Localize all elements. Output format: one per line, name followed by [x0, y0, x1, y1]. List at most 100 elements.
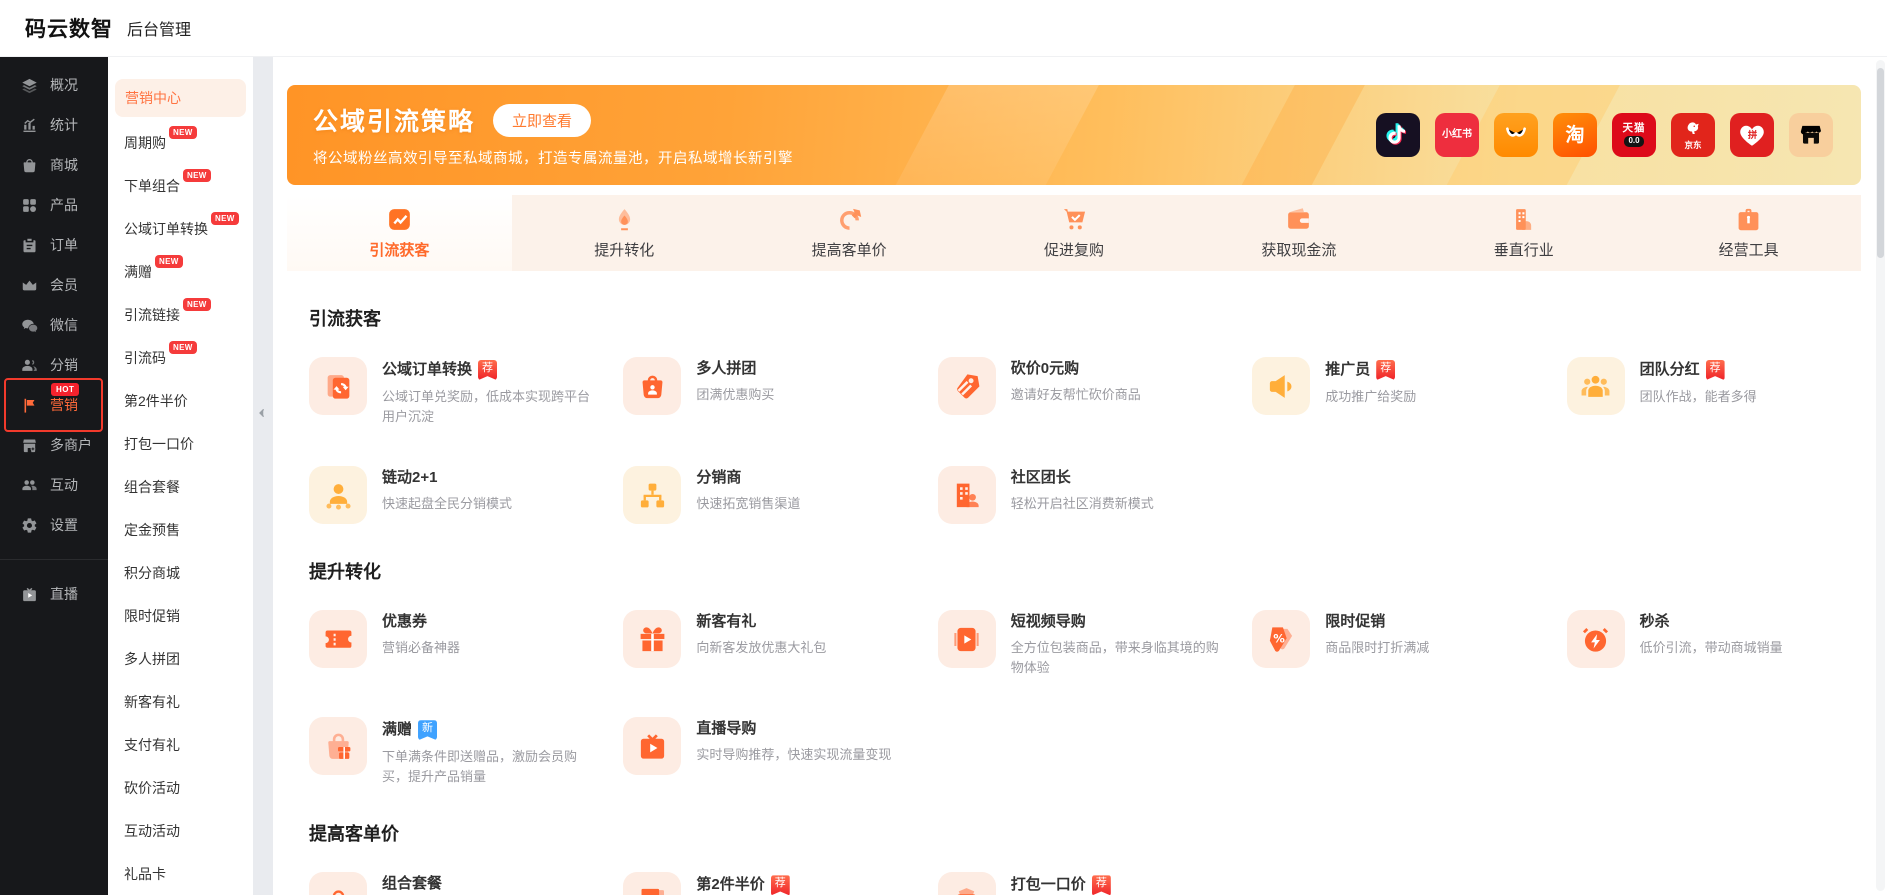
card-title: 打包一口价 [1011, 876, 1086, 894]
tab-wallet[interactable]: 获取现金流 [1186, 195, 1411, 271]
tab-funnel[interactable]: 提升转化 [512, 195, 737, 271]
feature-card-org-chart[interactable]: 分销商 快速拓宽销售渠道 [623, 466, 917, 524]
sidebar-item-label: 分销 [50, 355, 78, 375]
submenu-item-0[interactable]: 营销中心 [115, 79, 246, 117]
view-now-button[interactable]: 立即查看 [493, 104, 591, 137]
tab-briefcase[interactable]: 经营工具 [1636, 195, 1861, 271]
feature-card-package-n[interactable]: N 打包一口价荐 一口价随心选，有效提升客单价 [938, 872, 1232, 895]
app-icon-taobao[interactable]: 淘 [1553, 113, 1597, 157]
window-scrollbar[interactable] [1876, 60, 1885, 891]
tab-chart-up[interactable]: 引流获客 [287, 195, 512, 271]
feature-card-percent-tag[interactable]: % 限时促销 商品限时打折满减 [1252, 610, 1546, 677]
feature-tile [938, 466, 996, 524]
submenu-item-label: 积分商城 [124, 563, 180, 583]
submenu-item-13[interactable]: 多人拼团 [108, 637, 253, 680]
app-icon-jd[interactable]: 京东 [1671, 113, 1715, 157]
sidebar-item-distribution[interactable]: 分销 [0, 345, 108, 385]
feature-card-megaphone[interactable]: 推广员荐 成功推广给奖励 [1252, 357, 1546, 426]
sidebar-item-order[interactable]: 订单 [0, 225, 108, 265]
feature-card-coupon[interactable]: 优惠券 营销必备神器 [309, 610, 603, 677]
sidebar-item-wechat[interactable]: 微信 [0, 305, 108, 345]
feature-card-gift[interactable]: 新客有礼 向新客发放优惠大礼包 [623, 610, 917, 677]
tab-building[interactable]: 垂直行业 [1411, 195, 1636, 271]
submenu-item-1[interactable]: 周期购 NEW [108, 121, 253, 164]
feature-card-live-tv[interactable]: 直播导购 实时导购推荐，快速实现流量变现 [623, 717, 917, 786]
live-tv-icon [637, 731, 668, 762]
card-grid: 公域订单转换荐 公域订单兑奖励，低成本实现跨平台用户沉淀 多人拼团 团满优惠购买… [309, 357, 1861, 524]
submenu-item-17[interactable]: 互动活动 [108, 809, 253, 852]
community-icon [951, 480, 982, 511]
feature-tile [938, 610, 996, 668]
new-badge: NEW [183, 298, 211, 311]
submenu-item-label: 组合套餐 [124, 477, 180, 497]
submenu-item-14[interactable]: 新客有礼 [108, 680, 253, 723]
gift-icon [637, 624, 668, 655]
feature-card-bag-gift[interactable]: 满赠新 下单满条件即送赠品，激励会员购买，提升产品销量 [309, 717, 603, 786]
feature-card-flash-clock[interactable]: 秒杀 低价引流，带动商城销量 [1567, 610, 1861, 677]
collapse-sidebar-button[interactable] [254, 395, 270, 431]
sidebar-item-label: 商城 [50, 155, 78, 175]
crown-icon [21, 277, 38, 294]
submenu-item-11[interactable]: 积分商城 [108, 551, 253, 594]
tab-price-up[interactable]: 提高客单价 [737, 195, 962, 271]
submenu-item-12[interactable]: 限时促销 [108, 594, 253, 637]
submenu-item-label: 营销中心 [125, 88, 181, 108]
feature-tile [309, 357, 367, 415]
sidebar-item-multi-store[interactable]: 多商户 [0, 425, 108, 465]
tab-label: 引流获客 [369, 239, 429, 260]
feature-card-group-bag[interactable]: 多人拼团 团满优惠购买 [623, 357, 917, 426]
sidebar-item-settings[interactable]: 设置 [0, 505, 108, 545]
sidebar-item-stats[interactable]: 统计 [0, 105, 108, 145]
app-icon-tmall[interactable]: 天猫0.0 [1612, 113, 1656, 157]
submenu-item-3[interactable]: 公域订单转换 NEW [108, 207, 253, 250]
card-description: 团队作战，能者多得 [1640, 387, 1757, 407]
submenu-item-7[interactable]: 第2件半价 [108, 379, 253, 422]
package-n-icon: N [951, 886, 982, 895]
feature-card-clipboard-sync[interactable]: 公域订单转换荐 公域订单兑奖励，低成本实现跨平台用户沉淀 [309, 357, 603, 426]
feature-card-percent-receipt[interactable]: % 第2件半价荐 再买1件立享优惠，刺激客户下单，提升商品销量 [623, 872, 917, 895]
feature-card-community[interactable]: 社区团长 轻松开启社区消费新模式 [938, 466, 1232, 524]
sidebar-item-live[interactable]: 直播 [0, 574, 108, 614]
submenu-item-label: 互动活动 [124, 821, 180, 841]
app-header: 码云数智 后台管理 [0, 0, 1887, 57]
sidebar-item-overview[interactable]: 概况 [0, 65, 108, 105]
app-icon-pinduoduo[interactable]: 拼 [1730, 113, 1774, 157]
feature-card-team[interactable]: 团队分红荐 团队作战，能者多得 [1567, 357, 1861, 426]
sidebar-item-mall[interactable]: 商城 [0, 145, 108, 185]
app-icon-xiaohongshu[interactable]: 小红书 [1435, 113, 1479, 157]
video-icon [951, 624, 982, 655]
sidebar-item-product[interactable]: 产品 [0, 185, 108, 225]
submenu-item-16[interactable]: 砍价活动 [108, 766, 253, 809]
sidebar-item-member[interactable]: 会员 [0, 265, 108, 305]
recommend-badge: 荐 [771, 875, 790, 895]
submenu-item-10[interactable]: 定金预售 [108, 508, 253, 551]
card-description: 公域订单兑奖励，低成本实现跨平台用户沉淀 [382, 387, 590, 426]
feature-card-person-link[interactable]: 链动2+1 快速起盘全民分销模式 [309, 466, 603, 524]
submenu-item-label: 公域订单转换 [124, 219, 208, 239]
feature-card-video[interactable]: 短视频导购 全方位包装商品，带来身临其境的购物体验 [938, 610, 1232, 677]
recommend-badge: 荐 [478, 360, 497, 380]
feature-card-price-tags[interactable]: 砍价0元购 邀请好友帮忙砍价商品 [938, 357, 1232, 426]
app-icon-weidian[interactable] [1494, 113, 1538, 157]
sidebar-item-label: 统计 [50, 115, 78, 135]
sidebar-item-marketing[interactable]: 营销 HOT [0, 385, 108, 425]
submenu-item-6[interactable]: 引流码 NEW [108, 336, 253, 379]
sidebar-item-interact[interactable]: 互动 [0, 465, 108, 505]
submenu-item-9[interactable]: 组合套餐 [108, 465, 253, 508]
feature-card-combo-bag[interactable]: 组合套餐 关联商品组合销售 [309, 872, 603, 895]
submenu-item-5[interactable]: 引流链接 NEW [108, 293, 253, 336]
submenu-item-8[interactable]: 打包一口价 [108, 422, 253, 465]
submenu-item-15[interactable]: 支付有礼 [108, 723, 253, 766]
app-icon-douyin[interactable] [1376, 113, 1420, 157]
clipboard-sync-icon [323, 371, 354, 402]
tab-cart-check[interactable]: 促进复购 [962, 195, 1187, 271]
card-description: 下单满条件即送赠品，激励会员购买，提升产品销量 [382, 747, 590, 786]
platform-app-icons: 小红书 淘天猫0.0 京东拼 [1376, 113, 1861, 157]
submenu-item-4[interactable]: 满赠 NEW [108, 250, 253, 293]
funnel-icon [611, 206, 638, 233]
app-icon-shop[interactable] [1789, 113, 1833, 157]
feature-tile [1567, 610, 1625, 668]
scrollbar-thumb[interactable] [1877, 68, 1884, 258]
submenu-item-2[interactable]: 下单组合 NEW [108, 164, 253, 207]
submenu-item-18[interactable]: 礼品卡 [108, 852, 253, 895]
